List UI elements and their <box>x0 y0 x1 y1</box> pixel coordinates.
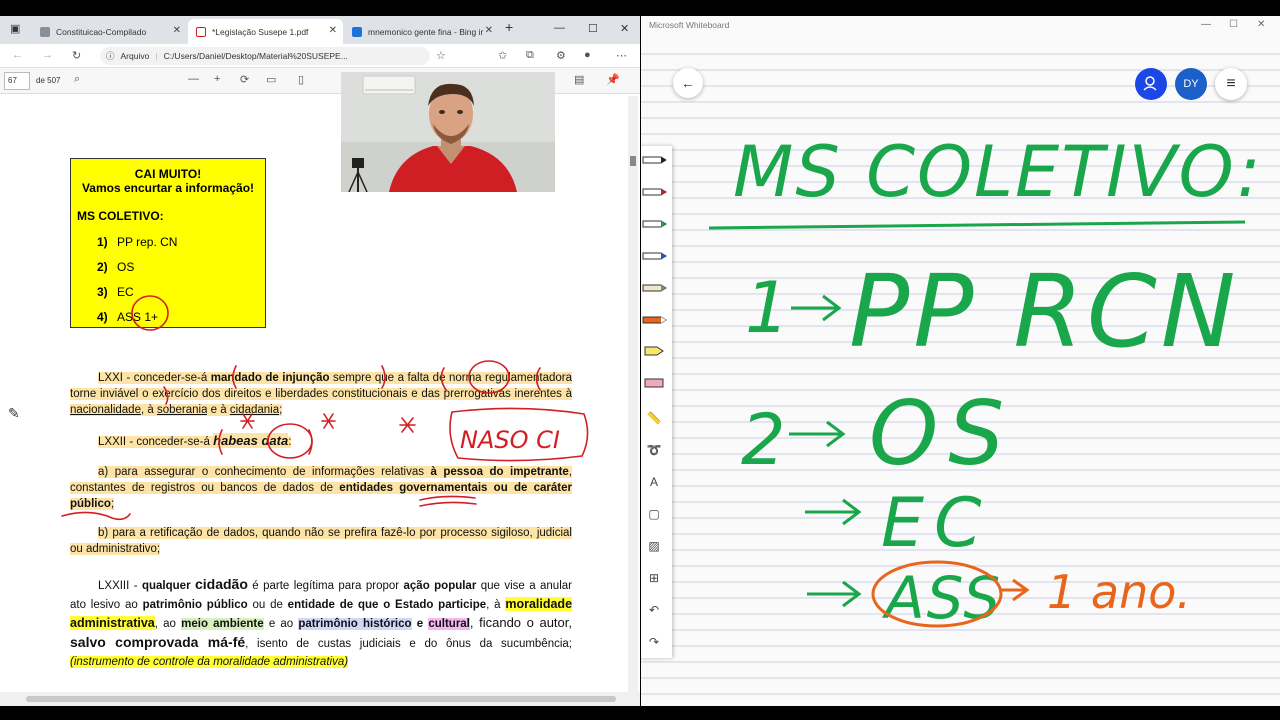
summary-heading: MS COLETIVO: <box>77 209 164 223</box>
tab-label: Constituicao-Compilado <box>56 26 147 37</box>
whiteboard-window: Microsoft Whiteboard — ☐ ✕ ← DY ≡ 📏 ➰ A … <box>641 16 1280 706</box>
tab-label: mnemonico gente fina - Bing ir <box>368 26 484 37</box>
summary-item: 2) OS <box>97 260 135 274</box>
ink-line1-text: PP RCN <box>849 253 1240 370</box>
ink-line2-number: 2 <box>741 399 786 481</box>
webcam-overlay <box>341 72 555 192</box>
summary-box: CAI MUITO! Vamos encurtar a informação! … <box>70 158 266 328</box>
security-label: Arquivo <box>120 51 150 61</box>
desktop: ▣ Constituicao-Compilado ✕ *Legislação S… <box>0 0 1280 720</box>
summary-item: 3) EC <box>97 285 134 299</box>
tab-label: *Legislação Susepe 1.pdf <box>212 26 309 37</box>
tab-actions-icon[interactable]: ▣ <box>10 22 20 35</box>
profile-icon[interactable]: ● <box>584 49 591 61</box>
tab-legislacao-pdf[interactable]: *Legislação Susepe 1.pdf ✕ <box>188 19 343 44</box>
rotate-icon[interactable]: ⟳ <box>240 73 249 86</box>
ink-arrow <box>789 420 846 448</box>
ink-line2-text: OS <box>869 382 1014 485</box>
ink-arrow <box>807 580 862 608</box>
page-number-input[interactable]: 67 <box>4 72 30 90</box>
ink-line3-text: EC <box>881 484 991 563</box>
refresh-icon[interactable]: ↻ <box>72 49 81 62</box>
bing-icon <box>352 26 362 37</box>
paragraph-item-b: b) para a retificação de dados, quando n… <box>70 527 572 555</box>
ink-underline <box>708 220 1246 230</box>
tab-bing[interactable]: mnemonico gente fina - Bing ir ✕ <box>344 19 499 44</box>
close-icon[interactable]: ✕ <box>173 25 181 36</box>
summary-line-1: CAI MUITO! <box>134 167 202 181</box>
save-icon[interactable]: ▤ <box>574 73 584 86</box>
collections-icon[interactable]: ⧉ <box>526 49 534 62</box>
pdf-icon <box>196 26 206 37</box>
fit-page-icon[interactable]: ▭ <box>266 73 276 86</box>
ink-arrow <box>805 498 862 526</box>
paragraph-lxxii: LXXII - conceder-se-á habeas data: <box>98 433 292 448</box>
search-icon[interactable]: ⌕ <box>74 73 80 86</box>
paragraph-lxxiii: LXXIII - qualquer cidadão é parte legíti… <box>70 576 573 668</box>
ink-line4-note: 1 ano. <box>1047 565 1191 619</box>
edge-window: ▣ Constituicao-Compilado ✕ *Legislação S… <box>0 16 640 706</box>
close-icon[interactable]: ✕ <box>329 25 337 36</box>
tab-strip: ▣ Constituicao-Compilado ✕ *Legislação S… <box>0 16 640 44</box>
ink-line4-text: ASS <box>881 564 1002 632</box>
address-bar-row: ← → ↻ ⓘ Arquivo | C:/Users/Daniel/Deskto… <box>0 44 640 68</box>
url-text: C:/Users/Daniel/Desktop/Material%20SUSEP… <box>163 51 348 61</box>
page-icon <box>40 26 50 37</box>
maximize-button[interactable]: ☐ <box>588 22 598 35</box>
extensions-icon[interactable]: ⚙ <box>556 49 566 62</box>
back-arrow-icon[interactable]: ← <box>12 49 23 61</box>
horizontal-scrollbar[interactable] <box>0 692 640 706</box>
close-button[interactable]: ✕ <box>620 22 629 35</box>
ink-arrow <box>1001 578 1030 602</box>
zoom-in-button[interactable]: + <box>214 73 220 85</box>
ink-line1-number: 1 <box>745 267 790 349</box>
paragraph-lxxi: LXXI - conceder-se-á mandado de injunção… <box>70 372 572 416</box>
whiteboard-ink: MS COLETIVO: 1 PP RCN 2 OS EC ASS 1 ano. <box>708 131 1263 632</box>
presenter-image <box>341 72 555 192</box>
address-bar[interactable]: ⓘ Arquivo | C:/Users/Daniel/Desktop/Mate… <box>100 47 430 65</box>
ink-arrow <box>791 294 842 322</box>
favorites-icon[interactable]: ✩ <box>498 49 507 62</box>
tab-constituicao[interactable]: Constituicao-Compilado ✕ <box>32 19 187 44</box>
ink-heading: MS COLETIVO: <box>733 131 1263 213</box>
zoom-out-button[interactable]: — <box>188 73 199 85</box>
close-icon[interactable]: ✕ <box>485 25 493 36</box>
forward-arrow-icon[interactable]: → <box>42 49 53 61</box>
summary-item: 4) ASS 1+ <box>97 310 159 324</box>
page-total: de 507 <box>36 76 61 85</box>
pin-icon[interactable]: 📌 <box>606 73 620 86</box>
vertical-scrollbar[interactable] <box>628 96 638 692</box>
favorite-star-icon[interactable]: ☆ <box>436 49 446 62</box>
more-menu-icon[interactable]: ⋯ <box>616 49 627 62</box>
summary-item: 1) PP rep. CN <box>97 235 178 249</box>
new-tab-button[interactable]: + <box>505 19 513 35</box>
minimize-button[interactable]: — <box>554 22 565 34</box>
page-view-icon[interactable]: ▯ <box>298 73 304 86</box>
pen-cursor-icon: ✎ <box>8 405 20 421</box>
info-icon: ⓘ <box>106 51 115 61</box>
summary-line-2: Vamos encurtar a informação! <box>81 181 255 195</box>
paragraph-item-a: a) para assegurar o conhecimento de info… <box>70 466 573 510</box>
